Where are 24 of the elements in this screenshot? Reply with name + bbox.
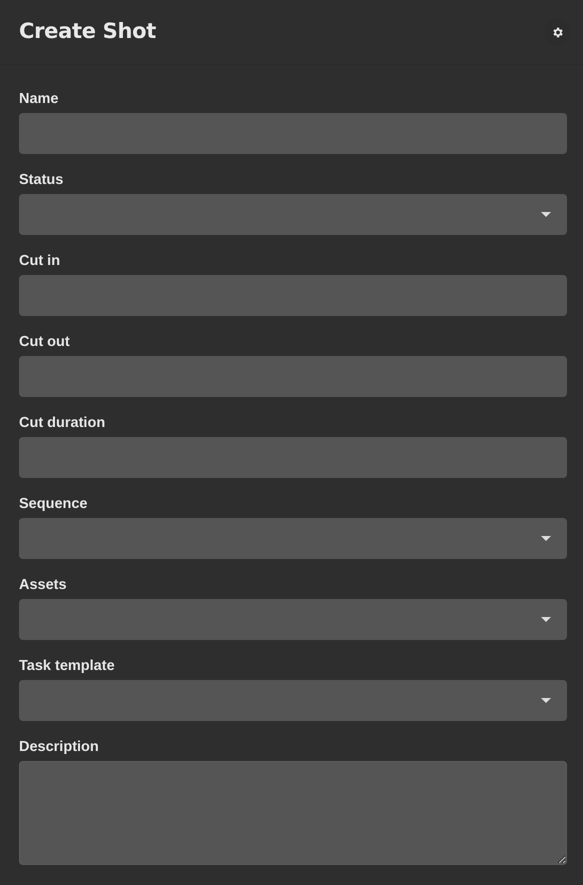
field-label: Cut in — [19, 253, 62, 270]
field-label: Task template — [19, 658, 116, 675]
page-title: Create Shot — [19, 18, 156, 44]
caret-icon — [541, 698, 551, 703]
field-label: Name — [19, 91, 60, 108]
text-field[interactable] — [19, 275, 567, 316]
field-label: Cut duration — [19, 415, 106, 432]
text-field[interactable] — [19, 437, 567, 478]
text-field[interactable] — [19, 113, 567, 154]
caret-icon — [541, 617, 551, 622]
dropdown-field[interactable] — [19, 518, 567, 559]
description-field[interactable] — [19, 761, 567, 865]
settings-icon — [550, 26, 564, 38]
field-label: Assets — [19, 577, 68, 594]
field-label: Description — [19, 739, 100, 756]
text-field[interactable] — [19, 356, 567, 397]
dropdown-field[interactable] — [19, 680, 567, 721]
dropdown-field[interactable] — [19, 194, 567, 235]
field-label: Status — [19, 172, 64, 189]
field-label: Sequence — [19, 496, 88, 513]
caret-icon — [541, 536, 551, 541]
caret-icon — [541, 212, 551, 217]
dropdown-field[interactable] — [19, 599, 567, 640]
field-label: Cut out — [19, 334, 71, 351]
